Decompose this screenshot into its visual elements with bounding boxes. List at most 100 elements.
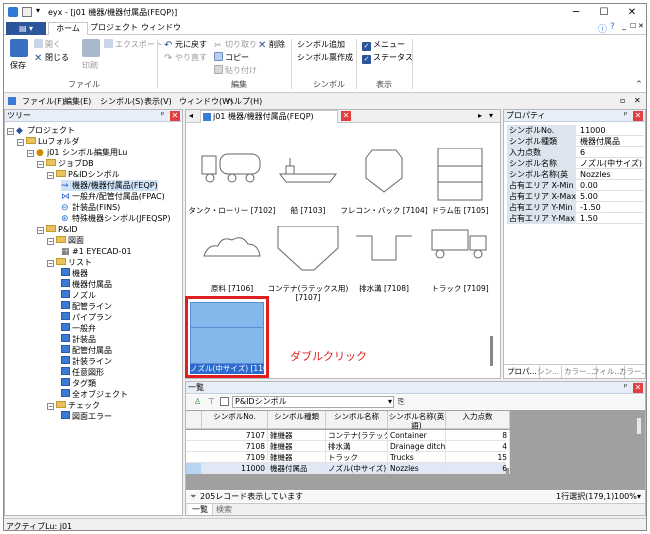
- symbol-cell-7108[interactable]: 排水溝 [7108]: [344, 206, 424, 304]
- help-icon[interactable]: ?: [610, 22, 615, 32]
- column-header-input-points[interactable]: 入力点数: [446, 411, 510, 429]
- collapse-icon[interactable]: −: [27, 150, 34, 157]
- tab-scroll-left-icon[interactable]: ◂: [189, 111, 193, 120]
- column-header-symbol-name-en[interactable]: シンボル名称(英語): [388, 411, 446, 430]
- ribbon-restore-icon[interactable]: ☐: [630, 22, 636, 30]
- tree-node-list-item[interactable]: 配管付属品: [61, 345, 112, 356]
- collapse-icon[interactable]: −: [47, 260, 54, 267]
- tree-node-lu-folder[interactable]: − Luフォルダ: [17, 136, 79, 147]
- list-filter-select[interactable]: P&IDシンボル ▾: [232, 396, 394, 408]
- pin-icon[interactable]: ᵖ: [624, 382, 627, 391]
- ribbon-close-icon[interactable]: ✕: [638, 22, 644, 30]
- mdi-restore-icon[interactable]: ▫: [620, 96, 625, 105]
- tab-color-2[interactable]: カラー...: [617, 366, 646, 378]
- tree-node-drawings[interactable]: − 図面: [47, 235, 84, 246]
- tree-node-j01[interactable]: − ● j01 シンボル編集用Lu: [27, 147, 127, 158]
- list-scrollbar[interactable]: [637, 418, 641, 434]
- collapse-icon[interactable]: −: [47, 172, 54, 179]
- tab-list[interactable]: 一覧: [188, 504, 213, 515]
- document-tab-feqp[interactable]: j01 機器/機器付属品(FEQP): [200, 110, 338, 123]
- tree-node-check[interactable]: − チェック: [47, 400, 100, 411]
- tree-node-project[interactable]: − ◆ プロジェクト: [7, 125, 75, 136]
- pin-icon[interactable]: ᵖ: [624, 110, 627, 119]
- mdi-close-icon[interactable]: ✕: [634, 96, 641, 105]
- tab-search[interactable]: 検索: [212, 504, 236, 515]
- vertical-scrollbar[interactable]: [490, 336, 493, 366]
- ribbon-minimize-icon[interactable]: _: [622, 21, 626, 30]
- collapse-icon[interactable]: −: [37, 227, 44, 234]
- tab-scroll-right-icon[interactable]: ▸: [478, 111, 482, 120]
- symbol-cell-11000[interactable]: [190, 302, 264, 364]
- tab-home[interactable]: ホーム: [48, 22, 88, 35]
- tree-node-list-item[interactable]: 計装ライン: [61, 356, 112, 367]
- tree-node-list-item[interactable]: 配管ライン: [61, 301, 112, 312]
- redo-button[interactable]: ↷ やり直す: [164, 52, 207, 64]
- properties-close-icon[interactable]: ✕: [633, 111, 643, 121]
- document-tab-close-icon[interactable]: ✕: [341, 111, 351, 121]
- print-button[interactable]: 印刷: [82, 60, 98, 71]
- tree-node-list-item[interactable]: 計装品: [61, 334, 96, 345]
- tree-node-list-item[interactable]: 機器: [61, 268, 88, 279]
- tree-node-list-item[interactable]: ノズル: [61, 290, 96, 301]
- collapse-icon[interactable]: −: [7, 128, 14, 135]
- menu-checkbox[interactable]: ✓ メニュー: [362, 39, 405, 51]
- close-file-button[interactable]: ✕ 閉じる: [34, 52, 69, 64]
- collapse-icon[interactable]: −: [17, 139, 24, 146]
- open-button[interactable]: 開く: [34, 39, 61, 50]
- pin-icon[interactable]: ᵖ: [161, 110, 164, 119]
- create-symbol-table-button[interactable]: シンボル票作成: [297, 52, 353, 63]
- tree-node-jobdb[interactable]: − ジョブDB: [37, 158, 94, 169]
- table-row[interactable]: 7109 雑機器 トラック Trucks 15: [186, 452, 510, 463]
- row-selector[interactable]: [186, 463, 202, 474]
- tab-project[interactable]: プロジェクト: [90, 22, 138, 35]
- export-list-icon[interactable]: ⎘: [398, 397, 404, 407]
- tree-node-jfeqsp[interactable]: ⊛ 特殊機器シンボル(JFEQSP): [61, 213, 170, 224]
- tree-node-feqp[interactable]: ⇝ 機器/機器付属品(FEQP): [61, 180, 158, 191]
- tree-node-fpac[interactable]: ⋈ 一般弁/配管付属品(FPAC): [61, 191, 165, 202]
- file-tab[interactable]: ▤ ▾: [6, 22, 46, 35]
- menu-help[interactable]: ヘルプ(H): [226, 96, 262, 107]
- tab-window[interactable]: ウィンドウ: [140, 22, 182, 35]
- close-button[interactable]: ✕: [618, 4, 646, 21]
- collapse-icon[interactable]: −: [47, 403, 54, 410]
- tree-node-fins[interactable]: ⊖ 計装品(FINS): [61, 202, 120, 213]
- delete-button[interactable]: ✕ 削除: [258, 39, 285, 51]
- tree-node-pid[interactable]: − P&ID: [37, 224, 78, 235]
- collapse-icon[interactable]: −: [37, 161, 44, 168]
- paste-button[interactable]: 貼り付け: [214, 65, 257, 76]
- menu-edit[interactable]: 編集(E): [64, 96, 91, 107]
- status-checkbox[interactable]: ✓ ステータス: [362, 52, 413, 64]
- table-row[interactable]: 7108 雑機器 排水溝 Drainage ditches 4: [186, 441, 510, 452]
- tree-node-list[interactable]: − リスト: [47, 257, 92, 268]
- table-row[interactable]: 7107 雑機器 コンテナ(ラテックス... Container 8: [186, 430, 510, 441]
- tree-node-list-item[interactable]: タグ類: [61, 378, 96, 389]
- tree-node-list-item[interactable]: 一般弁: [61, 323, 96, 334]
- tree-node-list-item[interactable]: 機器付属品: [61, 279, 112, 290]
- column-header-symbol-type[interactable]: シンボル種類: [268, 411, 326, 429]
- collapse-icon[interactable]: −: [47, 238, 54, 245]
- column-header-symbol-no[interactable]: シンボルNo.: [202, 411, 268, 429]
- tree-node-list-item[interactable]: パイプラン: [61, 312, 112, 323]
- save-button[interactable]: 保存: [10, 60, 26, 71]
- copy-button[interactable]: コピー: [214, 52, 249, 63]
- maximize-button[interactable]: ☐: [590, 4, 618, 21]
- symbol-cell-7109[interactable]: トラック [7109]: [420, 206, 500, 304]
- zoom-dropdown-icon[interactable]: ▾: [637, 491, 641, 502]
- quick-print-icon[interactable]: [22, 7, 32, 17]
- column-header-symbol-name[interactable]: シンボル名称: [326, 411, 388, 429]
- tree-node-drawing-errors[interactable]: 図面エラー: [61, 411, 112, 422]
- cut-button[interactable]: ✂ 切り取り: [214, 39, 257, 51]
- tree-close-icon[interactable]: ✕: [170, 111, 180, 121]
- export-button[interactable]: エクスポート: [104, 39, 163, 50]
- tree-node-pid-symbols[interactable]: − P&IDシンボル: [47, 169, 120, 180]
- menu-symbol[interactable]: シンボル(S): [100, 96, 143, 107]
- tab-list-icon[interactable]: ▾: [489, 111, 493, 120]
- list-close-icon[interactable]: ✕: [633, 383, 643, 393]
- add-symbol-button[interactable]: シンボル追加: [297, 39, 345, 50]
- undo-button[interactable]: ↶ 元に戻す: [164, 39, 207, 51]
- tree-node-list-item[interactable]: 任意図形: [61, 367, 104, 378]
- menu-view[interactable]: 表示(V): [144, 96, 172, 107]
- zoom-level[interactable]: 100%: [614, 491, 637, 502]
- symbol-cell-7106[interactable]: 原料 [7106]: [192, 206, 272, 304]
- symbol-cell-7107[interactable]: コンテナ(ラテックス用) [7107]: [268, 206, 348, 304]
